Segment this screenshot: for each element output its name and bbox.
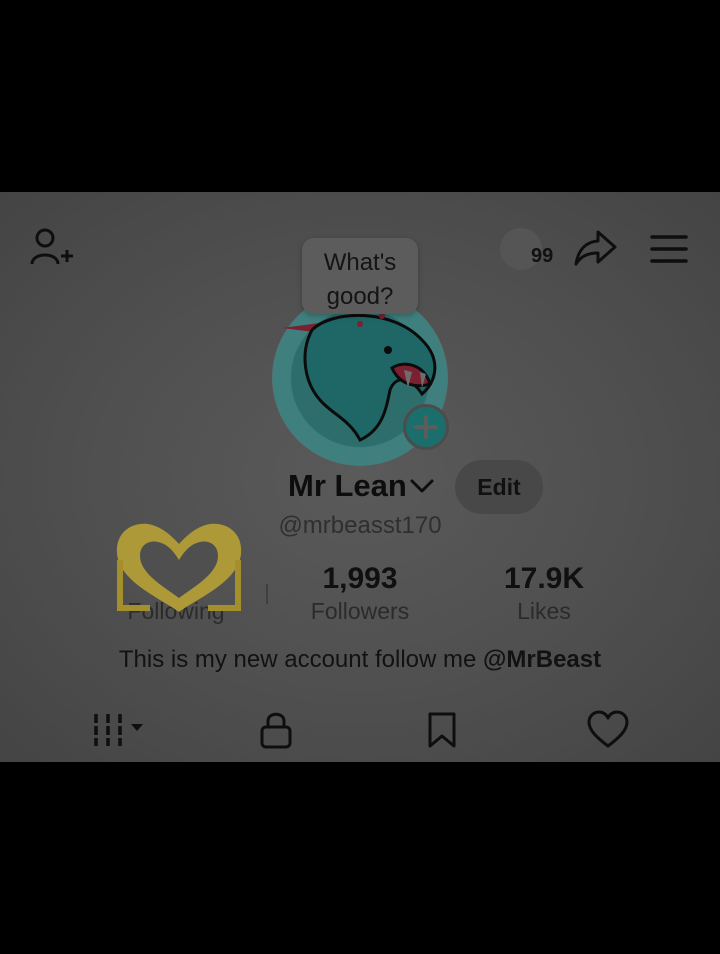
followers-count[interactable]: 1,993 [270, 562, 450, 596]
notification-count: 99 [531, 245, 554, 267]
followers-label[interactable]: Followers [270, 598, 450, 625]
add-story-icon[interactable] [403, 404, 449, 450]
bio-mention-link[interactable]: @MrBeast [483, 646, 601, 673]
chevron-down-icon[interactable] [408, 474, 436, 498]
display-name[interactable]: Mr Lean [288, 468, 407, 504]
add-person-icon[interactable] [28, 226, 74, 270]
tab-private[interactable] [256, 710, 296, 750]
tab-saved[interactable] [424, 710, 460, 750]
tab-videos[interactable] [90, 710, 148, 750]
grid-videos-icon [94, 714, 143, 746]
status-text-line1: What's [323, 249, 397, 276]
likes-count[interactable]: 17.9K [454, 562, 634, 596]
likes-label[interactable]: Likes [454, 598, 634, 625]
bookmark-icon [428, 712, 456, 748]
bio: This is my new account follow me @MrBeas… [0, 646, 720, 674]
lock-icon [260, 712, 292, 749]
heart-hands-icon [114, 520, 244, 614]
hamburger-menu-icon[interactable] [648, 232, 690, 266]
status-bubble[interactable]: What's good? [302, 238, 418, 314]
username: @mrbeasst170 [278, 512, 442, 539]
status-text: What's good? [302, 246, 418, 314]
status-text-line2: good? [326, 283, 394, 310]
bio-text: This is my new account follow me [118, 646, 483, 673]
heart-icon [587, 710, 629, 748]
tab-liked[interactable] [586, 710, 630, 750]
edit-profile-button[interactable]: Edit [455, 460, 543, 514]
share-arrow-icon[interactable] [572, 228, 618, 268]
stat-divider [266, 584, 268, 604]
profile-screen: 99 What's good? Mr Lean Edit @mrbeasst17… [0, 192, 720, 762]
